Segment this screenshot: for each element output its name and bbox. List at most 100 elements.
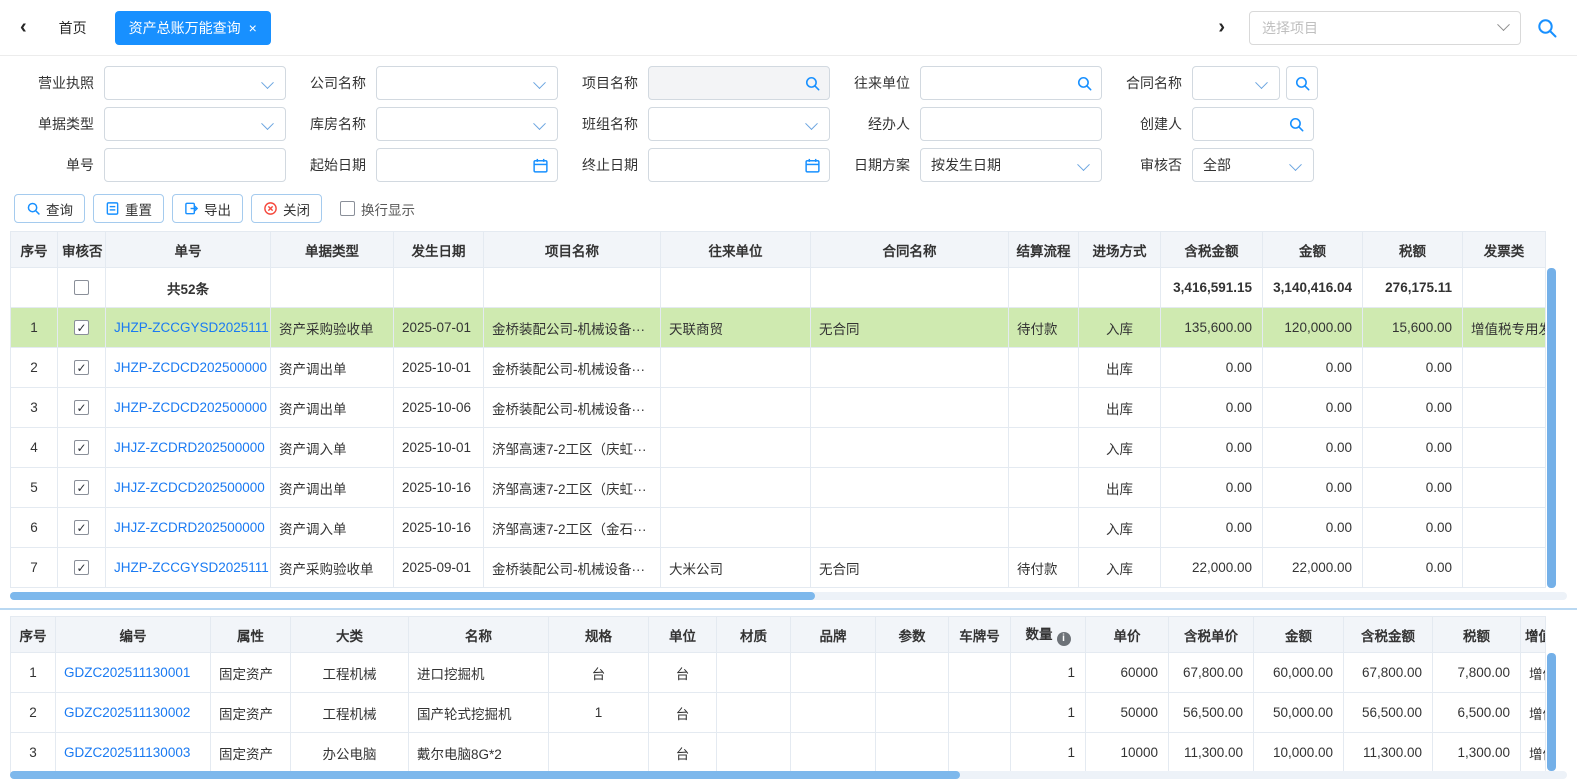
asset-code-cell: GDZC202511130002 xyxy=(56,693,211,733)
settle-flow-cell xyxy=(1009,468,1079,508)
row-checkbox[interactable] xyxy=(74,520,89,535)
handler-text-input[interactable] xyxy=(931,115,1073,133)
detail-hscroll-thumb[interactable] xyxy=(10,771,960,779)
info-icon[interactable]: i xyxy=(1057,632,1071,646)
doc-no-link[interactable]: JHZP-ZCCGYSD2025111 xyxy=(114,320,269,335)
end-date-picker[interactable] xyxy=(648,148,830,182)
contract-cell xyxy=(811,348,1009,388)
settle-flow-cell: 待付款 xyxy=(1009,548,1079,588)
doc-type-select[interactable] xyxy=(104,107,286,141)
table-row[interactable]: 3 JHZP-ZCDCD202500000 资产调出单 2025-10-06 金… xyxy=(11,388,1546,428)
date-cell: 2025-10-16 xyxy=(394,508,484,548)
detail-row[interactable]: 1 GDZC202511130001 固定资产 工程机械 进口挖掘机 台 台 1… xyxy=(11,653,1546,693)
col-header: 单价 xyxy=(1086,617,1169,653)
chevron-down-icon xyxy=(533,117,546,130)
row-checkbox[interactable] xyxy=(74,320,89,335)
handler-input[interactable] xyxy=(920,107,1102,141)
query-button[interactable]: 查询 xyxy=(14,194,85,223)
unit-cell: 台 xyxy=(649,693,717,733)
tax-incl-amount-cell: 0.00 xyxy=(1161,508,1263,548)
doc-no-input[interactable] xyxy=(104,148,286,182)
row-seq: 3 xyxy=(11,733,56,773)
tab-close-icon[interactable]: × xyxy=(249,20,257,36)
table-row[interactable]: 5 JHJZ-ZCDCD202500000 资产调出单 2025-10-16 济… xyxy=(11,468,1546,508)
company-name-select[interactable] xyxy=(376,66,558,100)
tab-asset-ledger-query[interactable]: 资产总账万能查询 × xyxy=(115,11,271,45)
counterparty-cell: 大米公司 xyxy=(661,548,811,588)
tax-incl-price-cell: 56,500.00 xyxy=(1169,693,1254,733)
doc-no-link[interactable]: JHZP-ZCDCD202500000 xyxy=(114,360,267,375)
row-check-cell xyxy=(58,468,106,508)
total-tax: 276,175.11 xyxy=(1363,268,1463,308)
detail-row[interactable]: 3 GDZC202511130003 固定资产 办公电脑 戴尔电脑8G*2 台 … xyxy=(11,733,1546,773)
wrap-display-checkbox[interactable] xyxy=(340,201,355,216)
row-checkbox[interactable] xyxy=(74,480,89,495)
main-hscroll-thumb[interactable] xyxy=(10,592,815,600)
row-checkbox[interactable] xyxy=(74,440,89,455)
search-icon[interactable] xyxy=(1076,75,1093,92)
close-button[interactable]: 关闭 xyxy=(251,194,322,223)
contract-name-select[interactable] xyxy=(1192,66,1280,100)
row-seq: 2 xyxy=(11,348,58,388)
doc-no-text-input[interactable] xyxy=(115,156,257,174)
search-icon[interactable] xyxy=(1288,116,1305,133)
row-checkbox[interactable] xyxy=(74,560,89,575)
col-header: 审核否 xyxy=(58,232,106,268)
team-name-select[interactable] xyxy=(648,107,830,141)
plate-no-cell xyxy=(949,733,1011,773)
tax-cell: 7,800.00 xyxy=(1433,653,1521,693)
creator-input[interactable] xyxy=(1192,107,1314,141)
row-checkbox[interactable] xyxy=(74,400,89,415)
business-license-select[interactable] xyxy=(104,66,286,100)
brand-cell xyxy=(791,733,876,773)
row-check-cell xyxy=(58,548,106,588)
asset-code-link[interactable]: GDZC202511130002 xyxy=(64,705,190,720)
tax-incl-amount-cell: 0.00 xyxy=(1161,388,1263,428)
tab-bar: ‹ 首页 资产总账万能查询 × › 选择项目 xyxy=(0,0,1577,56)
detail-row[interactable]: 2 GDZC202511130002 固定资产 工程机械 国产轮式挖掘机 1 台… xyxy=(11,693,1546,733)
asset-code-link[interactable]: GDZC202511130001 xyxy=(64,665,190,680)
doc-no-link[interactable]: JHJZ-ZCDRD202500000 xyxy=(114,520,265,535)
qty-cell: 1 xyxy=(1011,653,1086,693)
detail-vertical-scrollbar[interactable] xyxy=(1547,653,1556,771)
doc-no-link[interactable]: JHZP-ZCDCD202500000 xyxy=(114,400,267,415)
contract-search-button[interactable] xyxy=(1286,66,1318,100)
table-row[interactable]: 2 JHZP-ZCDCD202500000 资产调出单 2025-10-01 金… xyxy=(11,348,1546,388)
project-name-input[interactable] xyxy=(648,66,830,100)
table-row[interactable]: 4 JHJZ-ZCDRD202500000 资产调入单 2025-10-01 济… xyxy=(11,428,1546,468)
global-search-icon[interactable] xyxy=(1535,16,1559,40)
empty-cell xyxy=(1079,268,1161,308)
search-icon[interactable] xyxy=(804,75,821,92)
main-vertical-scrollbar[interactable] xyxy=(1547,268,1556,588)
tabs-scroll-left-icon[interactable]: ‹ xyxy=(14,16,33,39)
plate-no-cell xyxy=(949,653,1011,693)
filter-row-3: 单号 起始日期 终止日期 日期方案 按发生日期 xyxy=(14,148,1577,182)
counterparty-cell xyxy=(661,468,811,508)
doc-no-link[interactable]: JHJZ-ZCDCD202500000 xyxy=(114,480,265,495)
date-scheme-value: 按发生日期 xyxy=(931,155,1001,175)
select-all-checkbox[interactable] xyxy=(74,280,89,295)
col-header-qty: 数量i xyxy=(1011,617,1086,653)
doc-no-link[interactable]: JHZP-ZCCGYSD2025111 xyxy=(114,560,269,575)
reset-button[interactable]: 重置 xyxy=(93,194,164,223)
export-button[interactable]: 导出 xyxy=(172,194,243,223)
table-row[interactable]: 6 JHJZ-ZCDRD202500000 资产调入单 2025-10-16 济… xyxy=(11,508,1546,548)
doc-no-link[interactable]: JHJZ-ZCDRD202500000 xyxy=(114,440,265,455)
date-scheme-select[interactable]: 按发生日期 xyxy=(920,148,1102,182)
project-select[interactable]: 选择项目 xyxy=(1249,11,1521,45)
col-header: 金额 xyxy=(1263,232,1363,268)
app-window: ‹ 首页 资产总账万能查询 × › 选择项目 营业执照 公司名称 项目名称 xyxy=(0,0,1577,782)
tabs-scroll-right-icon[interactable]: › xyxy=(1212,16,1231,39)
warehouse-name-select[interactable] xyxy=(376,107,558,141)
row-checkbox[interactable] xyxy=(74,360,89,375)
calendar-icon xyxy=(532,157,549,174)
table-row[interactable]: 7 JHZP-ZCCGYSD2025111 资产采购验收单 2025-09-01… xyxy=(11,548,1546,588)
start-date-picker[interactable] xyxy=(376,148,558,182)
asset-code-link[interactable]: GDZC202511130003 xyxy=(64,745,190,760)
tab-home[interactable]: 首页 xyxy=(59,18,87,38)
table-row[interactable]: 1 JHZP-ZCCGYSD2025111 资产采购验收单 2025-07-01… xyxy=(11,308,1546,348)
counterparty-input[interactable] xyxy=(920,66,1102,100)
filter-label: 单号 xyxy=(14,155,94,175)
audit-status-select[interactable]: 全部 xyxy=(1192,148,1314,182)
search-icon xyxy=(1294,75,1311,92)
